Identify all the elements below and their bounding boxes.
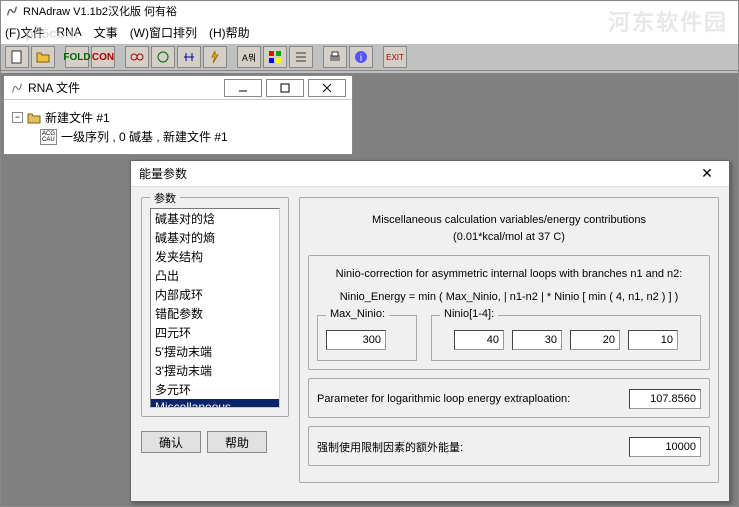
child-titlebar: RNA 文件	[4, 76, 352, 100]
tree-item-row[interactable]: ACG CAU 一级序列 , 0 碱基 , 新建文件 #1	[12, 127, 344, 146]
svg-text:i: i	[360, 53, 362, 64]
toolbar-separator	[315, 46, 321, 68]
param-option[interactable]: 多元环	[151, 380, 279, 399]
fold-icon[interactable]: FOLD	[65, 46, 89, 68]
titlebar: RNAdraw V1.1b2汉化版 何有裕	[1, 1, 738, 21]
energy-params-dialog: 能量参数 ✕ 参数 碱基对的焓碱基对的熵发夹结构凸出内部成环错配参数四元环5'摆…	[130, 160, 730, 502]
structure-icon[interactable]	[177, 46, 201, 68]
param-option[interactable]: 3'摆动末端	[151, 361, 279, 380]
ninio-formula: Ninio_Energy = min ( Max_Ninio, | n1-n2 …	[317, 289, 701, 306]
log-group: Parameter for logarithmic loop energy ex…	[308, 378, 710, 418]
tree-item-label: 一级序列 , 0 碱基 , 新建文件 #1	[61, 128, 228, 145]
collapse-icon[interactable]: −	[12, 112, 23, 123]
tree-root-row[interactable]: − 新建文件 #1	[12, 108, 344, 127]
ninio-3-input[interactable]: 20	[570, 330, 620, 350]
log-param-input[interactable]: 107.8560	[629, 389, 701, 409]
dialog-title-text: 能量参数	[139, 165, 187, 182]
dialog-titlebar: 能量参数 ✕	[131, 161, 729, 187]
child-window: RNA 文件 − 新建文件 #1 ACG CAU 一级序列 , 0 碱基 , 新…	[3, 75, 353, 155]
ninio-group: Ninio-correction for asymmetric internal…	[308, 255, 710, 370]
param-option[interactable]: 四元环	[151, 323, 279, 342]
ok-button[interactable]: 确认	[141, 431, 201, 453]
maximize-icon[interactable]	[266, 79, 304, 97]
max-ninio-label: Max_Ninio:	[326, 308, 389, 320]
param-option[interactable]: 内部成环	[151, 285, 279, 304]
param-option[interactable]: 碱基对的熵	[151, 228, 279, 247]
tree-view[interactable]: − 新建文件 #1 ACG CAU 一级序列 , 0 碱基 , 新建文件 #1	[4, 100, 352, 154]
params-group-label: 参数	[150, 190, 180, 206]
force-energy-label: 强制使用限制因素的额外能量:	[317, 439, 463, 455]
ninio-array-label: Ninio[1-4]:	[440, 308, 498, 320]
params-listbox[interactable]: 碱基对的焓碱基对的熵发夹结构凸出内部成环错配参数四元环5'摆动末端3'摆动末端多…	[150, 208, 280, 408]
nucleotide-icon[interactable]	[151, 46, 175, 68]
text-tool-icon[interactable]: A뭐	[237, 46, 261, 68]
params-group: 参数 碱基对的焓碱基对的熵发夹结构凸出内部成环错配参数四元环5'摆动末端3'摆动…	[141, 197, 289, 417]
new-file-icon[interactable]	[5, 46, 29, 68]
param-option[interactable]: 5'摆动末端	[151, 342, 279, 361]
toolbar: FOLD CON A뭐 i EXIT	[1, 43, 738, 71]
tree-root-label: 新建文件 #1	[45, 109, 110, 126]
menu-window[interactable]: (W)窗口排列	[130, 24, 197, 41]
toolbar-separator	[375, 46, 381, 68]
force-energy-input[interactable]: 10000	[629, 437, 701, 457]
param-option[interactable]: 错配参数	[151, 304, 279, 323]
menubar: (F)文件 RNA 文事 (W)窗口排列 (H)帮助	[1, 21, 738, 43]
child-title-text: RNA 文件	[28, 79, 80, 96]
ninio-desc: Ninio-correction for asymmetric internal…	[317, 266, 701, 283]
color-icon[interactable]	[263, 46, 287, 68]
toolbar-separator	[117, 46, 123, 68]
param-option[interactable]: 发夹结构	[151, 247, 279, 266]
app-icon	[5, 4, 19, 18]
menu-help[interactable]: (H)帮助	[209, 24, 250, 41]
menu-file[interactable]: (F)文件	[5, 24, 44, 41]
toolbar-separator	[57, 46, 63, 68]
help-button[interactable]: 帮助	[207, 431, 267, 453]
chain-icon[interactable]	[125, 46, 149, 68]
close-icon[interactable]	[308, 79, 346, 97]
config-icon[interactable]: CON	[91, 46, 115, 68]
open-folder-icon[interactable]	[31, 46, 55, 68]
folder-icon	[27, 112, 41, 124]
ninio-2-input[interactable]: 30	[512, 330, 562, 350]
force-group: 强制使用限制因素的额外能量: 10000	[308, 426, 710, 466]
param-option[interactable]: 凸出	[151, 266, 279, 285]
list-icon[interactable]	[289, 46, 313, 68]
info-icon[interactable]: i	[349, 46, 373, 68]
app-title: RNAdraw V1.1b2汉化版 何有裕	[23, 3, 177, 19]
misc-heading: Miscellaneous calculation variables/ener…	[308, 212, 710, 245]
exit-icon[interactable]: EXIT	[383, 46, 407, 68]
ninio-4-input[interactable]: 10	[628, 330, 678, 350]
minimize-icon[interactable]	[224, 79, 262, 97]
param-option[interactable]: 碱基对的焓	[151, 209, 279, 228]
toolbar-separator	[229, 46, 235, 68]
misc-group: Miscellaneous calculation variables/ener…	[299, 197, 719, 483]
print-icon[interactable]	[323, 46, 347, 68]
param-option[interactable]: Miscellaneous	[151, 399, 279, 408]
menu-rna[interactable]: RNA	[56, 25, 81, 39]
log-param-label: Parameter for logarithmic loop energy ex…	[317, 393, 570, 405]
close-icon[interactable]: ✕	[693, 164, 721, 184]
energy-icon[interactable]	[203, 46, 227, 68]
ninio-1-input[interactable]: 40	[454, 330, 504, 350]
max-ninio-input[interactable]: 300	[326, 330, 386, 350]
sequence-icon: ACG CAU	[40, 129, 57, 145]
menu-docs[interactable]: 文事	[94, 24, 118, 41]
child-icon	[10, 81, 24, 95]
